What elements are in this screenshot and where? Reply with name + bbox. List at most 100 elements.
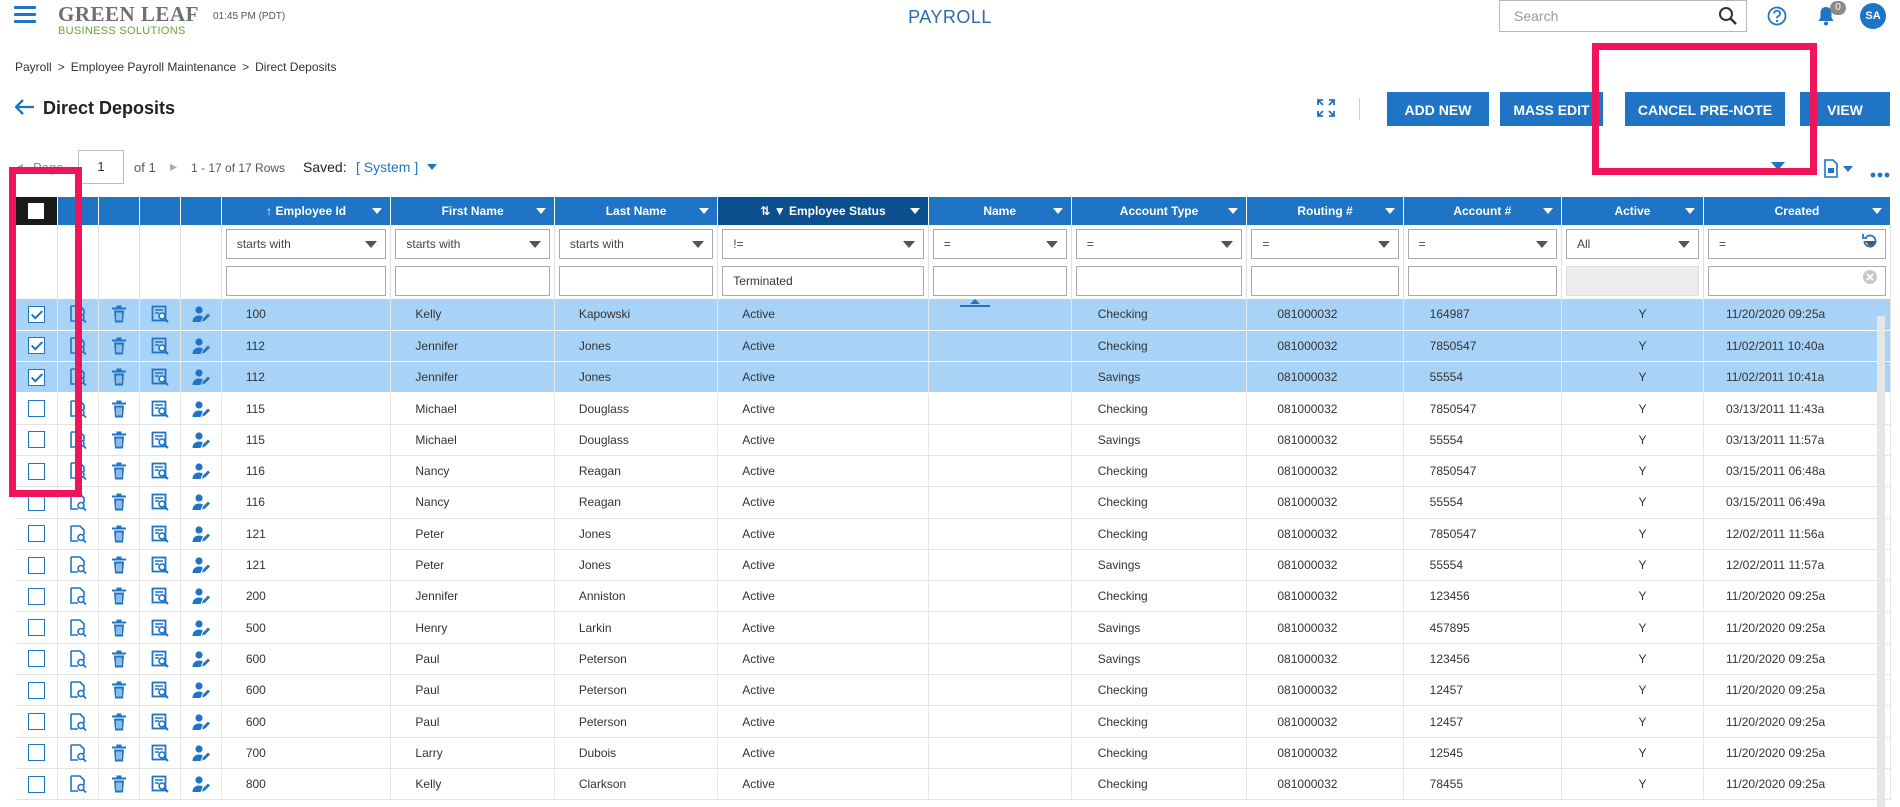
row-checkbox[interactable]	[27, 587, 45, 605]
filter-op-routing[interactable]: =	[1251, 229, 1399, 259]
details-icon[interactable]	[151, 587, 169, 606]
details-icon[interactable]	[151, 650, 169, 668]
column-header-created[interactable]: Created	[1703, 197, 1892, 225]
breadcrumb-payroll[interactable]: Payroll	[15, 60, 52, 74]
view-document-icon[interactable]	[69, 712, 87, 731]
notification-bell-icon[interactable]: 0	[1816, 1, 1846, 32]
delete-icon[interactable]	[111, 337, 127, 355]
details-icon[interactable]	[151, 337, 169, 355]
edit-employee-icon[interactable]	[192, 463, 210, 480]
grid-scrollbar[interactable]	[1877, 316, 1885, 807]
row-checkbox[interactable]	[27, 619, 45, 637]
column-menu-icon[interactable]	[909, 208, 920, 214]
delete-icon[interactable]	[111, 556, 127, 574]
edit-employee-icon[interactable]	[192, 588, 210, 605]
breadcrumb-employee-payroll-maintenance[interactable]: Employee Payroll Maintenance	[71, 60, 236, 74]
filter-op-account-type[interactable]: =	[1075, 229, 1243, 259]
details-icon[interactable]	[151, 494, 169, 512]
table-row[interactable]: 200 Jennifer Anniston Active Checking 0810000…	[15, 580, 1892, 613]
column-header-routing[interactable]: Routing #	[1246, 197, 1404, 225]
view-document-icon[interactable]	[69, 743, 87, 762]
column-menu-icon[interactable]	[372, 208, 383, 214]
delete-icon[interactable]	[111, 681, 127, 699]
table-row[interactable]: 600 Paul Peterson Active Savings 081000032 123…	[15, 643, 1892, 676]
mass-edit-button[interactable]: MASS EDIT	[1500, 92, 1603, 126]
collapse-filter-icon[interactable]	[959, 295, 990, 313]
filter-value-routing[interactable]	[1251, 266, 1399, 296]
table-row[interactable]: 121 Peter Jones Active Savings 081000032 55554…	[15, 549, 1892, 582]
column-header-active[interactable]: Active	[1561, 197, 1704, 225]
filter-value-employee-id[interactable]	[225, 266, 387, 296]
row-checkbox[interactable]	[27, 368, 45, 386]
column-menu-icon[interactable]	[1542, 208, 1553, 214]
expand-icon[interactable]	[1316, 98, 1336, 123]
table-row[interactable]: 600 Paul Peterson Active Checking 081000032 12…	[15, 674, 1892, 707]
row-checkbox[interactable]	[27, 556, 45, 574]
view-document-icon[interactable]	[69, 524, 87, 543]
table-row[interactable]: 115 Michael Douglass Active Checking 08100003…	[15, 392, 1892, 425]
row-checkbox[interactable]	[27, 650, 45, 668]
edit-employee-icon[interactable]	[192, 526, 210, 542]
filter-value-last-name[interactable]	[558, 266, 714, 296]
edit-employee-icon[interactable]	[192, 557, 210, 574]
delete-icon[interactable]	[111, 713, 127, 730]
edit-employee-icon[interactable]	[192, 432, 210, 448]
row-checkbox[interactable]	[27, 681, 45, 699]
details-icon[interactable]	[151, 713, 169, 731]
column-menu-icon[interactable]	[1872, 208, 1882, 214]
row-checkbox[interactable]	[27, 337, 45, 355]
table-row[interactable]: 100 Kelly Kapowski Active Checking 081000032 1…	[15, 299, 1892, 331]
edit-employee-icon[interactable]	[192, 620, 210, 636]
edit-employee-icon[interactable]	[192, 400, 210, 417]
details-icon[interactable]	[151, 305, 169, 324]
details-icon[interactable]	[151, 681, 169, 699]
filter-value-created[interactable]	[1707, 266, 1886, 296]
table-row[interactable]: 112 Jennifer Jones Active Savings 081000032 55…	[15, 361, 1892, 394]
filter-op-employee-status[interactable]: !=	[722, 229, 924, 259]
edit-employee-icon[interactable]	[192, 338, 210, 354]
edit-employee-icon[interactable]	[192, 494, 210, 511]
filter-value-account-type[interactable]	[1075, 266, 1243, 296]
edit-employee-icon[interactable]	[192, 776, 210, 793]
column-menu-icon[interactable]	[1684, 208, 1695, 214]
view-document-icon[interactable]	[69, 650, 87, 669]
select-all-checkbox[interactable]	[28, 203, 45, 219]
edit-employee-icon[interactable]	[192, 369, 210, 386]
search-icon[interactable]	[1718, 6, 1738, 31]
edit-employee-icon[interactable]	[192, 713, 210, 730]
view-document-icon[interactable]	[69, 368, 87, 387]
delete-icon[interactable]	[111, 650, 127, 668]
delete-icon[interactable]	[111, 525, 127, 543]
view-document-icon[interactable]	[69, 493, 87, 512]
table-row[interactable]: 116 Nancy Reagan Active Checking 081000032 555…	[15, 486, 1892, 519]
filter-value-name[interactable]	[932, 266, 1067, 296]
cancel-pre-note-button[interactable]: CANCEL PRE-NOTE	[1625, 92, 1785, 126]
filter-op-first-name[interactable]: starts with	[395, 229, 550, 259]
row-checkbox[interactable]	[27, 305, 45, 323]
delete-icon[interactable]	[111, 775, 127, 793]
view-document-icon[interactable]	[69, 556, 87, 575]
column-header-account[interactable]: Account #	[1403, 197, 1562, 225]
refresh-filter-icon[interactable]	[1861, 232, 1879, 255]
table-row[interactable]: 600 Paul Peterson Active Checking 081000032 12…	[15, 705, 1892, 738]
filter-value-first-name[interactable]	[395, 266, 550, 296]
view-document-icon[interactable]	[69, 587, 87, 606]
export-icon[interactable]	[1822, 159, 1840, 181]
column-header-first-name[interactable]: First Name	[390, 197, 555, 225]
column-menu-icon[interactable]	[535, 208, 546, 214]
filter-icon[interactable]	[1770, 160, 1786, 179]
help-icon[interactable]	[1767, 6, 1787, 31]
column-header-employee-id[interactable]: ↑ Employee Id	[221, 197, 392, 225]
view-document-icon[interactable]	[69, 305, 87, 324]
column-header-account-type[interactable]: Account Type	[1071, 197, 1248, 225]
column-menu-icon[interactable]	[1228, 208, 1239, 214]
column-menu-icon[interactable]	[1384, 208, 1395, 214]
edit-employee-icon[interactable]	[192, 745, 210, 761]
column-menu-icon[interactable]	[1052, 208, 1063, 214]
search-input[interactable]	[1512, 2, 1712, 30]
details-icon[interactable]	[151, 744, 169, 762]
row-checkbox[interactable]	[27, 400, 45, 418]
add-new-button[interactable]: ADD NEW	[1387, 92, 1489, 126]
details-icon[interactable]	[151, 368, 169, 386]
details-icon[interactable]	[151, 619, 169, 637]
